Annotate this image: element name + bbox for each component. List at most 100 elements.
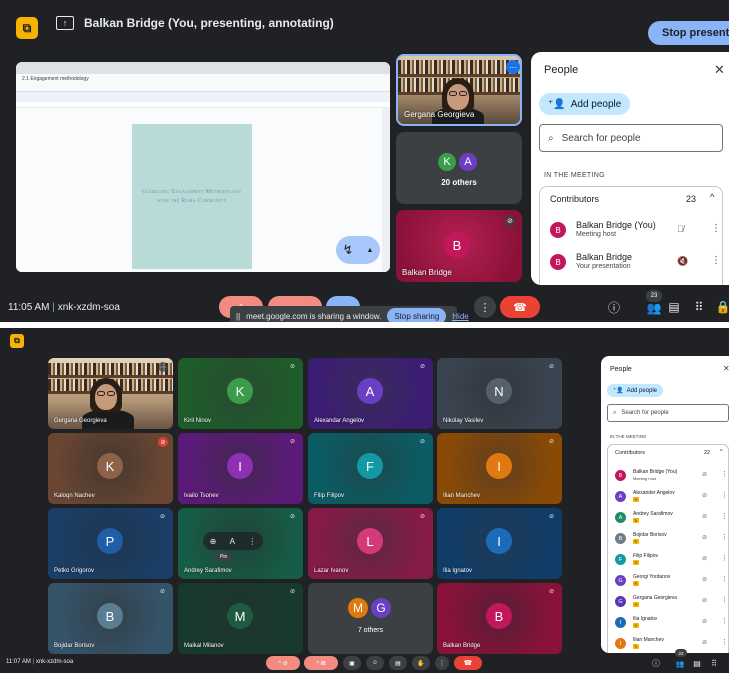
mic-control[interactable]: ^ ⊘ xyxy=(266,656,300,670)
participant-row[interactable]: I Ilia Ignatov ✎ ⊘ ⋮ xyxy=(608,612,729,633)
participant-row[interactable]: A Andrey Sarafimov ✎ ⊘ ⋮ xyxy=(608,507,729,528)
more-vert-icon[interactable]: ⋮ xyxy=(248,537,256,546)
chevron-up-icon[interactable]: ^ xyxy=(720,449,723,455)
participant-row[interactable]: I Ilian Manchev ✎ ⊘ ⋮ xyxy=(608,633,729,654)
screenshot-presenting: ⧉ ↑ Balkan Bridge (You, presenting, anno… xyxy=(0,0,729,322)
annotation-tool-button[interactable]: ↯ ▲ xyxy=(336,236,380,264)
more-vert-icon[interactable]: ⋮ xyxy=(721,491,728,499)
participant-tile-video[interactable]: ⋯ Gergana Georgieva xyxy=(396,54,522,126)
participant-tile[interactable]: M ⊘ Maikal Milanov xyxy=(178,583,303,654)
close-icon[interactable]: ✕ xyxy=(723,364,729,373)
mic-off-icon[interactable]: ⊘ xyxy=(702,618,707,625)
more-vert-icon[interactable]: ⋮ xyxy=(721,596,728,604)
emoji-button[interactable]: ☺ xyxy=(366,656,384,670)
mic-off-icon[interactable]: ⊘ xyxy=(702,471,707,478)
mic-off-icon[interactable]: 🎙̸ xyxy=(677,224,684,234)
participant-tile[interactable]: I ⊘ Ivailo Tsonev xyxy=(178,433,303,504)
mic-off-icon[interactable]: ⊘ xyxy=(702,513,707,520)
annotate-icon[interactable]: A xyxy=(230,537,235,546)
participant-row[interactable]: F Filip Filipov ✎ ⊘ ⋮ xyxy=(608,549,729,570)
participant-tile[interactable]: K ⊘ Kaloqn Nachev xyxy=(48,433,173,504)
chat-icon[interactable]: ▤ xyxy=(692,658,702,668)
screen-share-app-icon: ⧉ xyxy=(16,17,38,39)
participant-tile[interactable]: P ⊘ Petko Grigorov xyxy=(48,508,173,579)
search-icon: ⌕ xyxy=(613,409,617,416)
info-icon[interactable]: ⓘ xyxy=(607,300,621,315)
mic-off-icon[interactable]: ⊘ xyxy=(702,597,707,604)
more-vert-icon[interactable]: ⋮ xyxy=(721,617,728,625)
pin-icon[interactable]: ⊕ xyxy=(210,537,217,546)
participant-tile[interactable]: B ⊘ Balkan Bridge xyxy=(437,583,562,654)
shared-screen: 2.1 Engagement methodology Guideline: En… xyxy=(16,62,390,272)
leave-call-button[interactable]: ☎ xyxy=(500,296,540,318)
leave-call-button[interactable]: ☎ xyxy=(454,656,482,670)
raise-hand-button[interactable]: ✋ xyxy=(412,656,430,670)
captions-button[interactable]: ▤ xyxy=(389,656,407,670)
others-count-label: 20 others xyxy=(441,178,477,187)
camera-control[interactable]: ^ ⊠ xyxy=(304,656,338,670)
host-controls-icon[interactable]: 🔒 xyxy=(716,300,729,314)
more-options-button[interactable]: ⋮ xyxy=(474,296,496,318)
more-vert-icon[interactable]: ⋮ xyxy=(721,575,728,583)
stop-sharing-button[interactable]: Stop sharing xyxy=(387,308,447,322)
meeting-code: xnk-xzdm-soa xyxy=(35,659,74,665)
people-panel: People ✕ ⁺👤 Add people ⌕ Search for peop… xyxy=(601,356,729,653)
participant-tile[interactable]: A ⊘ Alexandar Angelov xyxy=(308,358,433,429)
search-people-input[interactable]: ⌕ Search for people xyxy=(607,404,729,422)
present-button[interactable]: ▣ xyxy=(343,656,361,670)
mic-off-icon[interactable]: ⊘ xyxy=(702,576,707,583)
participant-tile[interactable]: K ⊘ Kiril Ninov xyxy=(178,358,303,429)
more-vert-icon[interactable]: ⋮ xyxy=(721,554,728,562)
participant-tile[interactable]: B ⊘ Bojidar Borisov xyxy=(48,583,173,654)
participant-row[interactable]: B Balkan Bridge Your presentation 🔇 ⋮ xyxy=(540,247,724,275)
participant-row[interactable]: G Gergana Georgieva ✎ ⊘ ⋮ xyxy=(608,591,729,612)
participant-tile-others[interactable]: K A 20 others xyxy=(396,132,522,204)
mic-off-icon[interactable]: ⊘ xyxy=(702,555,707,562)
participant-row[interactable]: B Bojidar Borisov ✎ ⊘ ⋮ xyxy=(608,528,729,549)
participant-tile[interactable]: N ⊘ Nikolay Vasilev xyxy=(437,358,562,429)
participant-row[interactable]: A Alexander Angelov ✎ ⊘ ⋮ xyxy=(608,486,729,507)
activities-icon[interactable]: ⠿ xyxy=(692,300,706,314)
tile-name: Ilia Ignatov xyxy=(443,568,473,574)
activities-icon[interactable]: ⠿ xyxy=(709,658,719,668)
hide-banner-link[interactable]: Hide xyxy=(452,312,468,321)
stop-presenting-button[interactable]: Stop presenting xyxy=(648,21,729,45)
participant-tile[interactable]: ⊕ A ⋮ Pin ⊘ Andrey Sarafimov xyxy=(178,508,303,579)
shelf xyxy=(398,74,520,77)
participant-name: Andrey Sarafimov xyxy=(633,511,673,517)
add-people-button[interactable]: ⁺👤 Add people xyxy=(607,384,664,397)
more-options-icon[interactable]: ⋯ xyxy=(506,60,520,74)
more-options-icon[interactable]: ⋯ xyxy=(158,362,168,372)
more-vert-icon[interactable]: ⋮ xyxy=(721,533,728,541)
people-icon[interactable]: 👥 xyxy=(675,659,685,669)
participant-tile[interactable]: MG 7 others xyxy=(308,583,433,654)
chat-icon[interactable]: ▤ xyxy=(667,300,681,314)
participant-tile-self[interactable]: ⊘ B Balkan Bridge xyxy=(396,210,522,282)
chevron-up-icon[interactable]: ^ xyxy=(710,192,714,202)
avatar: B xyxy=(486,603,512,629)
mic-off-icon[interactable]: ⊘ xyxy=(702,534,707,541)
people-icon[interactable]: 👥 xyxy=(647,301,662,315)
more-vert-icon[interactable]: ⋮ xyxy=(721,638,728,646)
participant-row[interactable]: B Balkan Bridge (You) Meeting host 🎙̸ ⋮ xyxy=(540,215,724,243)
participant-tile[interactable]: I ⊘ Ilian Manchev xyxy=(437,433,562,504)
mic-off-icon[interactable]: ⊘ xyxy=(702,639,707,646)
speaker-off-icon[interactable]: 🔇 xyxy=(677,256,688,267)
participant-tile[interactable]: ⋯ Gergana Georgieva xyxy=(48,358,173,429)
participant-tile[interactable]: L ⊘ Lazar Ivanov xyxy=(308,508,433,579)
add-people-button[interactable]: ⁺👤 Add people xyxy=(539,93,631,115)
participant-tile[interactable]: F ⊘ Filip Filipov xyxy=(308,433,433,504)
participant-row[interactable]: G Georgi Yordanov ✎ ⊘ ⋮ xyxy=(608,570,729,591)
info-icon[interactable]: ⓘ xyxy=(651,658,661,668)
more-vert-icon[interactable]: ⋮ xyxy=(721,512,728,520)
search-people-input[interactable]: ⌕ Search for people xyxy=(539,124,723,152)
more-options-button[interactable]: ⋮ xyxy=(435,656,449,670)
mic-off-icon: ⊘ xyxy=(420,514,426,520)
participant-row[interactable]: B Balkan Bridge (You) Meeting host ⊘ ⋮ xyxy=(608,465,729,486)
more-vert-icon[interactable]: ⋮ xyxy=(721,470,728,478)
more-vert-icon[interactable]: ⋮ xyxy=(711,223,721,234)
participant-tile[interactable]: I ⊘ Ilia Ignatov xyxy=(437,508,562,579)
more-vert-icon[interactable]: ⋮ xyxy=(711,255,721,266)
close-icon[interactable]: ✕ xyxy=(714,62,725,78)
mic-off-icon[interactable]: ⊘ xyxy=(702,492,707,499)
